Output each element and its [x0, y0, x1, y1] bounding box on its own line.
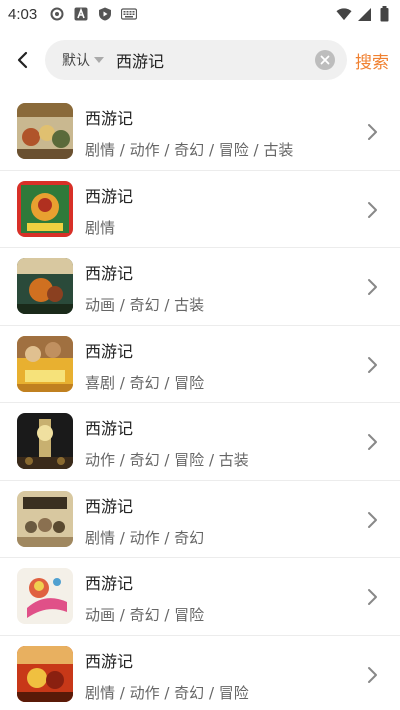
result-title: 西游记: [85, 651, 134, 671]
result-genres: 剧情 / 动作 / 奇幻 / 冒险 / 古装: [85, 141, 294, 159]
search-box: 默认: [45, 40, 347, 80]
chevron-right-icon: [368, 201, 377, 218]
shield-play-icon: [97, 6, 113, 22]
status-bar: 4:03: [0, 0, 400, 28]
search-button[interactable]: 搜索: [355, 48, 389, 73]
result-genres: 动作 / 奇幻 / 冒险 / 古装: [85, 451, 249, 469]
poster-image: [17, 103, 73, 159]
result-title: 西游记: [85, 341, 134, 361]
result-item[interactable]: 西游记 剧情 / 动作 / 奇幻 / 冒险: [0, 636, 400, 710]
result-item[interactable]: 西游记 喜剧 / 奇幻 / 冒险: [0, 326, 400, 403]
result-genres: 动画 / 奇幻 / 古装: [85, 296, 205, 314]
back-arrow-icon: [17, 51, 28, 69]
result-title: 西游记: [85, 264, 134, 283]
chevron-right-icon: [368, 279, 377, 295]
result-item[interactable]: 西游记 剧情 / 动作 / 奇幻 / 冒险 / 古装: [0, 93, 400, 171]
search-results-list: 西游记 剧情 / 动作 / 奇幻 / 冒险 / 古装 西游记 剧情 西游记 动画…: [0, 93, 400, 710]
result-item[interactable]: 西游记 动画 / 奇幻 / 冒险: [0, 558, 400, 636]
battery-icon: [376, 6, 392, 22]
result-genres: 动画 / 奇幻 / 冒险: [85, 606, 205, 624]
result-title: 西游记: [85, 574, 134, 593]
sort-filter-dropdown[interactable]: 默认: [62, 50, 104, 70]
back-button[interactable]: [0, 38, 44, 82]
status-time: 4:03: [8, 5, 38, 23]
poster-image: [17, 645, 73, 702]
keyboard-icon: [121, 6, 138, 22]
chevron-right-icon: [368, 511, 377, 528]
caret-down-icon: [94, 57, 104, 63]
status-notification-icons: [49, 6, 138, 22]
a-notification-icon: [73, 6, 89, 22]
result-genres: 喜剧 / 奇幻 / 冒险: [85, 373, 205, 392]
gear-notification-icon: [49, 6, 65, 22]
wifi-icon: [336, 6, 352, 22]
signal-icon: [356, 6, 372, 22]
chevron-right-icon: [368, 434, 377, 450]
result-title: 西游记: [85, 419, 134, 438]
poster-image: [17, 335, 73, 392]
poster-image: [17, 568, 73, 624]
result-item[interactable]: 西游记 剧情: [0, 171, 400, 248]
search-input[interactable]: [116, 50, 296, 70]
chevron-right-icon: [368, 666, 377, 683]
close-icon: [320, 55, 330, 65]
result-title: 西游记: [85, 109, 134, 128]
poster-image: [17, 180, 73, 237]
result-item[interactable]: 西游记 剧情 / 动作 / 奇幻: [0, 481, 400, 558]
clear-search-button[interactable]: [315, 50, 335, 70]
result-genres: 剧情 / 动作 / 奇幻 / 冒险: [85, 683, 249, 702]
result-title: 西游记: [85, 496, 134, 516]
result-title: 西游记: [85, 186, 134, 206]
chevron-right-icon: [368, 124, 377, 140]
result-genres: 剧情 / 动作 / 奇幻: [85, 528, 205, 547]
status-system-icons: [336, 6, 392, 22]
sort-filter-label: 默认: [62, 53, 90, 69]
result-genres: 剧情: [85, 218, 116, 237]
poster-image: [17, 413, 73, 469]
result-item[interactable]: 西游记 动画 / 奇幻 / 古装: [0, 248, 400, 326]
search-header: 默认 搜索: [0, 38, 400, 82]
chevron-right-icon: [368, 589, 377, 605]
poster-image: [17, 258, 73, 314]
result-item[interactable]: 西游记 动作 / 奇幻 / 冒险 / 古装: [0, 403, 400, 481]
chevron-right-icon: [368, 356, 377, 373]
poster-image: [17, 490, 73, 547]
